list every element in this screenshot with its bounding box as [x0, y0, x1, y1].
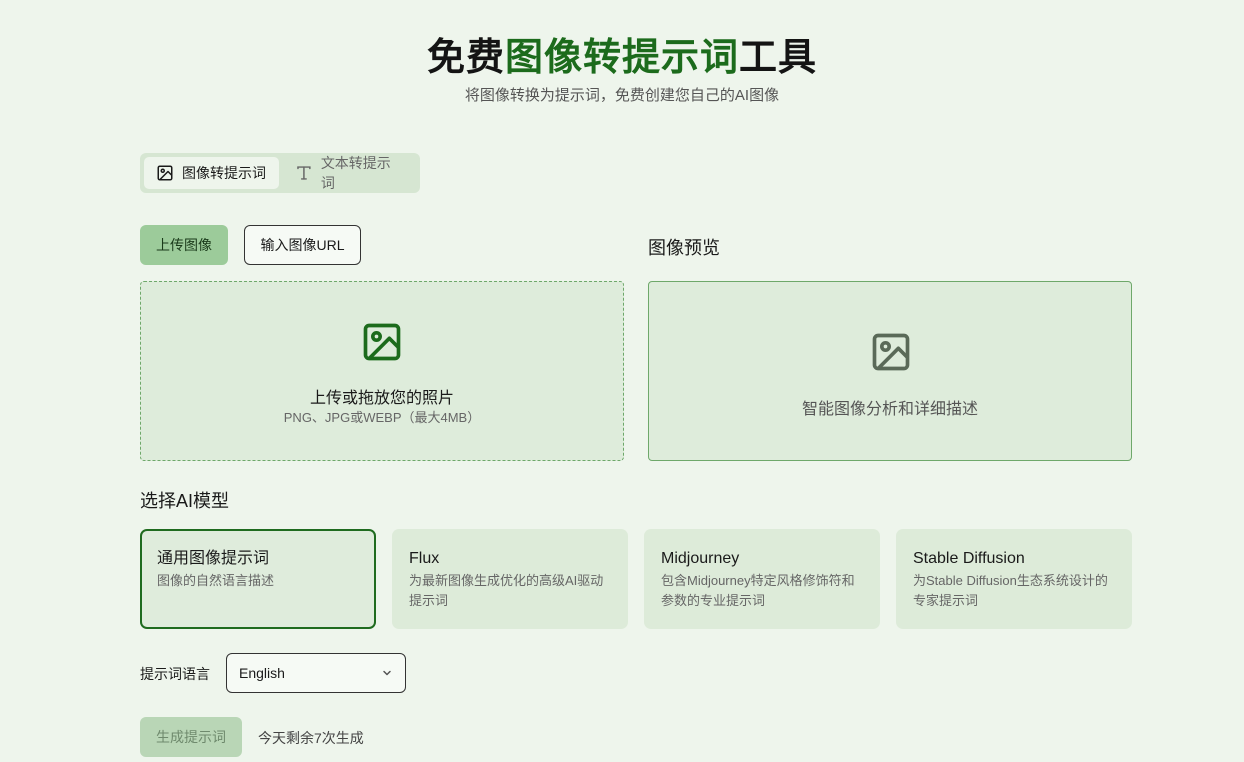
image-upload-icon: [363, 323, 401, 361]
tab-label: 文本转提示词: [320, 155, 391, 191]
image-url-button[interactable]: 输入图像URL: [244, 225, 361, 265]
model-card-flux[interactable]: Flux 为最新图像生成优化的高级AI驱动提示词: [392, 529, 628, 629]
preview-title: 图像预览: [648, 238, 720, 258]
model-card-midjourney[interactable]: Midjourney 包含Midjourney特定风格修饰符和参数的专业提示词: [644, 529, 880, 629]
tab-image-to-prompt[interactable]: 图像转提示词: [144, 157, 279, 189]
model-desc: 图像的自然语言描述: [157, 573, 275, 588]
language-label: 提示词语言: [140, 666, 210, 682]
page-subtitle: 将图像转换为提示词，免费创建您自己的AI图像: [464, 87, 780, 104]
model-card-general[interactable]: 通用图像提示词 图像的自然语言描述: [140, 529, 376, 629]
model-card-stable-diffusion[interactable]: Stable Diffusion 为Stable Diffusion生态系统设计…: [896, 529, 1132, 629]
language-select[interactable]: English: [226, 653, 406, 693]
preview-description: 智能图像分析和详细描述: [801, 401, 978, 418]
page: 免费图像转提示词工具 将图像转换为提示词，免费创建您自己的AI图像 图像转提示词…: [0, 0, 1244, 762]
image-preview-panel: 智能图像分析和详细描述: [648, 281, 1132, 461]
text-icon: [297, 166, 311, 180]
drop-zone-title: 上传或拖放您的照片: [309, 390, 454, 407]
chevron-down-icon: [383, 670, 391, 676]
language-value: English: [239, 665, 285, 681]
title-prefix: 免费: [426, 37, 505, 79]
model-section-title: 选择AI模型: [140, 491, 230, 511]
model-name: 通用图像提示词: [157, 550, 270, 567]
model-name: Midjourney: [661, 550, 740, 567]
mode-switch: 图像转提示词 文本转提示词: [140, 153, 420, 193]
title-highlight: 图像转提示词: [504, 37, 739, 79]
page-title: 免费图像转提示词工具: [0, 26, 1244, 81]
generate-prompt-button[interactable]: 生成提示词: [140, 717, 242, 757]
model-name: Stable Diffusion: [913, 550, 1025, 567]
upload-drop-zone[interactable]: 上传或拖放您的照片 PNG、JPG或WEBP（最大4MB）: [140, 281, 624, 461]
model-desc: 为最新图像生成优化的高级AI驱动提示词: [409, 573, 604, 608]
tab-text-to-prompt[interactable]: 文本转提示词: [283, 155, 416, 191]
tab-label: 图像转提示词: [182, 165, 266, 181]
remaining-count: 今天剩余7次生成: [258, 730, 364, 746]
image-placeholder-icon: [872, 333, 910, 371]
upload-image-button[interactable]: 上传图像: [140, 225, 228, 265]
model-desc: 为Stable Diffusion生态系统设计的专家提示词: [913, 573, 1108, 608]
model-name: Flux: [409, 550, 440, 567]
image-icon: [157, 165, 173, 181]
model-desc: 包含Midjourney特定风格修饰符和参数的专业提示词: [661, 573, 855, 608]
drop-zone-hint: PNG、JPG或WEBP（最大4MB）: [283, 410, 481, 425]
title-suffix: 工具: [739, 37, 818, 79]
